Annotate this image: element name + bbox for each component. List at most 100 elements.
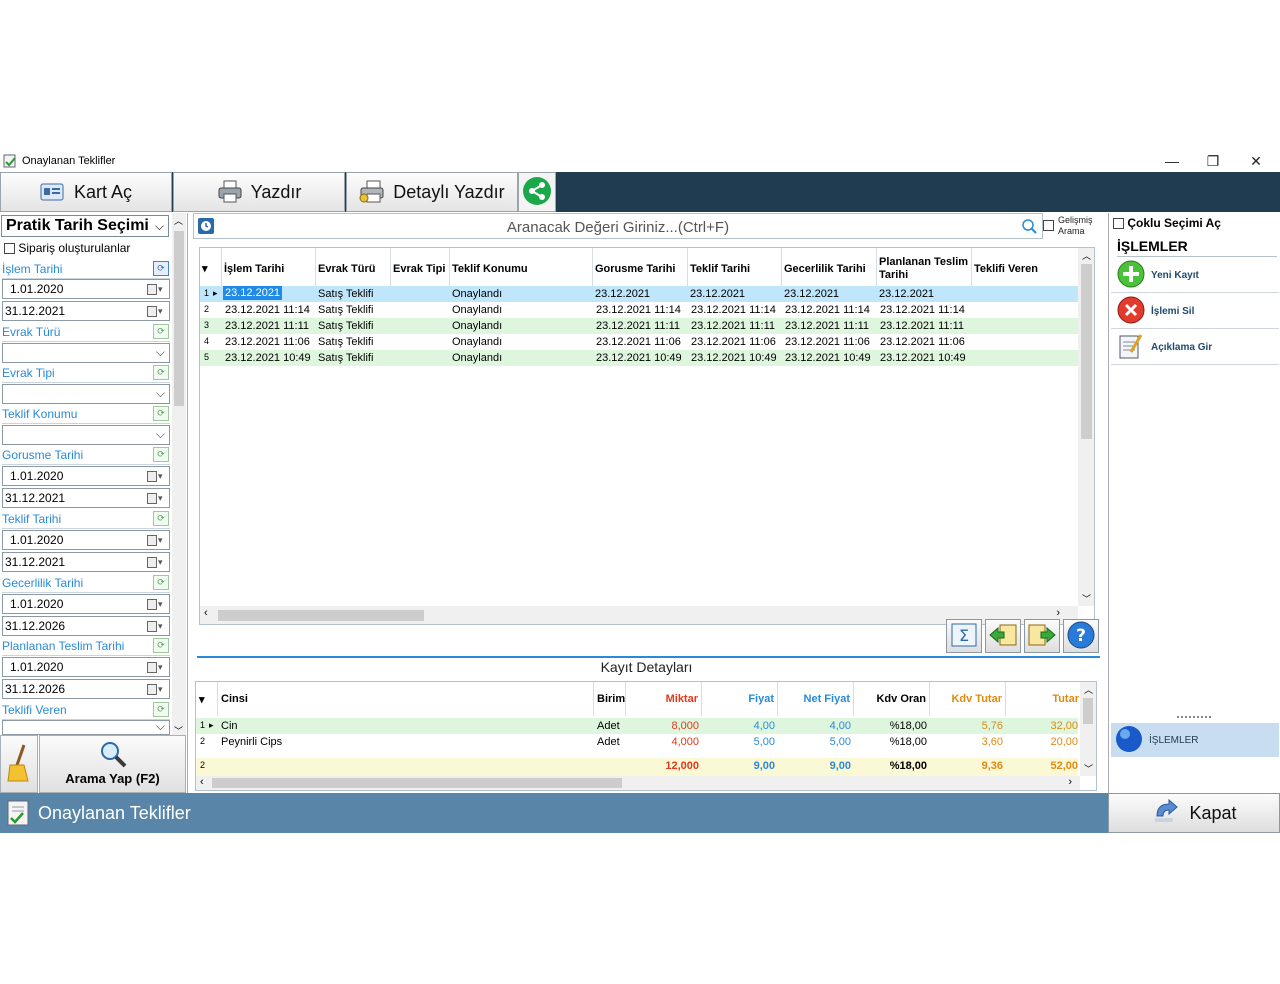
scroll-thumb[interactable] — [212, 778, 622, 788]
details-vertical-scrollbar[interactable]: ︿ ﹀ — [1080, 682, 1096, 776]
scroll-right-icon[interactable]: › — [1056, 607, 1060, 619]
advanced-search-toggle[interactable]: Gelişmiş Arama — [1043, 215, 1100, 239]
gorusme-to-date[interactable]: 31.12.2021 ▾ — [2, 488, 170, 508]
col-header-evrak-turu[interactable]: Evrak Türü — [316, 248, 391, 286]
cell-islem-tarihi[interactable]: 23.12.2021 — [223, 286, 283, 300]
col-header-teklif-tarihi[interactable]: Teklif Tarihi — [688, 248, 782, 286]
sum-button[interactable]: Σ — [946, 619, 982, 653]
filter-toggle-icon[interactable]: ⟳ — [153, 575, 169, 590]
filter-toggle-icon[interactable]: ⟳ — [153, 324, 169, 339]
table-row[interactable]: 3 23.12.2021 11:11 Satış Teklifi Onaylan… — [200, 318, 1078, 334]
multi-select-checkbox[interactable] — [1113, 218, 1124, 230]
scroll-thumb[interactable] — [174, 231, 184, 406]
calendar-icon[interactable]: ▾ — [147, 491, 165, 505]
calendar-icon[interactable]: ▾ — [147, 533, 165, 547]
col-header-net-fiyat[interactable]: Net Fiyat — [778, 682, 854, 716]
scroll-right-icon[interactable]: › — [1068, 776, 1072, 788]
filter-toggle-icon[interactable]: ⟳ — [153, 447, 169, 462]
delete-record-button[interactable]: İşlemi Sil — [1111, 294, 1279, 329]
kart-ac-button[interactable]: Kart Aç — [0, 172, 172, 212]
scroll-left-icon[interactable]: ‹ — [200, 776, 204, 788]
calendar-icon[interactable]: ▾ — [147, 555, 165, 569]
calendar-icon[interactable]: ▾ — [147, 682, 165, 696]
col-header-evrak-tipi[interactable]: Evrak Tipi — [391, 248, 450, 286]
scroll-up-icon[interactable]: ︿ — [1082, 249, 1091, 262]
col-header-kdv-oran[interactable]: Kdv Oran — [854, 682, 930, 716]
col-header-miktar[interactable]: Miktar — [626, 682, 702, 716]
yazdir-button[interactable]: Yazdır — [173, 172, 345, 212]
calendar-icon[interactable]: ▾ — [147, 282, 165, 296]
details-horizontal-scrollbar[interactable]: ‹ › — [196, 776, 1080, 790]
siparis-checkbox-row[interactable]: Sipariş oluşturulanlar — [4, 241, 130, 255]
search-bar[interactable]: Aranacak Değeri Giriniz...(Ctrl+F) — [193, 213, 1043, 239]
gorusme-from-date[interactable]: 1.01.2020 ▾ — [2, 466, 170, 486]
help-button[interactable]: ? — [1063, 619, 1099, 653]
operations-tab[interactable]: İŞLEMLER — [1111, 723, 1279, 757]
next-record-button[interactable] — [1024, 619, 1060, 653]
teklif-konumu-select[interactable]: ⌵ — [2, 425, 170, 445]
scroll-left-icon[interactable]: ‹ — [204, 607, 208, 619]
preset-date-select[interactable]: Pratik Tarih Seçimi ⌵ — [1, 215, 169, 237]
scroll-up-icon[interactable]: ︿ — [1084, 683, 1093, 696]
minimize-button[interactable]: — — [1152, 150, 1192, 172]
teklif-from-date[interactable]: 1.01.2020 ▾ — [2, 530, 170, 550]
search-button[interactable]: Arama Yap (F2) — [39, 735, 186, 793]
col-header-kdv-tutar[interactable]: Kdv Tutar — [930, 682, 1006, 716]
scroll-up-icon[interactable]: ︿ — [174, 214, 183, 227]
gecerlilik-from-date[interactable]: 1.01.2020 ▾ — [2, 594, 170, 614]
evrak-tipi-select[interactable]: ⌵ — [2, 384, 170, 404]
filter-toggle-icon[interactable]: ⟳ — [153, 638, 169, 653]
col-header-birim[interactable]: Birim — [594, 682, 626, 716]
col-header-cinsi[interactable]: Cinsi — [218, 682, 594, 716]
calendar-icon[interactable]: ▾ — [147, 619, 165, 633]
restore-button[interactable]: ❐ — [1193, 150, 1233, 172]
evrak-turu-select[interactable]: ⌵ — [2, 343, 170, 363]
table-row[interactable]: 4 23.12.2021 11:06 Satış Teklifi Onaylan… — [200, 334, 1078, 350]
planlanan-from-date[interactable]: 1.01.2020 ▾ — [2, 657, 170, 677]
advanced-search-checkbox[interactable] — [1043, 220, 1054, 231]
close-window-button[interactable]: ✕ — [1236, 150, 1276, 172]
grid-vertical-scrollbar[interactable]: ︿ ﹀ — [1078, 248, 1094, 606]
detayli-yazdir-button[interactable]: Detaylı Yazdır — [346, 172, 518, 212]
calendar-icon[interactable]: ▾ — [147, 304, 165, 318]
calendar-icon[interactable]: ▾ — [147, 469, 165, 483]
col-header-teklifi-veren[interactable]: Teklifi Veren — [972, 248, 1078, 286]
share-button[interactable] — [518, 172, 556, 212]
search-icon[interactable] — [1021, 218, 1037, 237]
filter-toggle-icon[interactable]: ⟳ — [153, 702, 169, 717]
filter-scrollbar[interactable]: ︿ ﹀ — [172, 213, 186, 738]
col-header-tutar[interactable]: Tutar — [1006, 682, 1082, 716]
table-row[interactable]: 2 23.12.2021 11:14 Satış Teklifi Onaylan… — [200, 302, 1078, 318]
scroll-thumb[interactable] — [1083, 698, 1093, 724]
col-header-teklif-konumu[interactable]: Teklif Konumu — [450, 248, 593, 286]
filter-toggle-icon[interactable]: ⟳ — [153, 365, 169, 380]
previous-record-button[interactable] — [985, 619, 1021, 653]
filter-toggle-icon[interactable]: ⟳ — [153, 406, 169, 421]
col-header-planlanan-teslim[interactable]: Planlanan Teslim Tarihi — [877, 248, 972, 286]
filter-toggle-icon[interactable]: ⟳ — [153, 511, 169, 526]
scroll-thumb[interactable] — [1081, 264, 1092, 439]
gecerlilik-to-date[interactable]: 31.12.2026 ▾ — [2, 616, 170, 636]
col-header-fiyat[interactable]: Fiyat — [702, 682, 778, 716]
calendar-icon[interactable]: ▾ — [147, 660, 165, 674]
scroll-down-icon[interactable]: ﹀ — [1084, 762, 1093, 775]
table-row[interactable]: 5 23.12.2021 10:49 Satış Teklifi Onaylan… — [200, 350, 1078, 366]
splitter-grip[interactable] — [1177, 716, 1211, 719]
scroll-thumb[interactable] — [218, 610, 424, 621]
scroll-down-icon[interactable]: ﹀ — [1082, 592, 1091, 605]
planlanan-to-date[interactable]: 31.12.2026 ▾ — [2, 679, 170, 699]
table-row[interactable]: 2 Peynirli Cips Adet 4,000 5,00 5,00 %18… — [196, 734, 1078, 750]
siparis-checkbox[interactable] — [4, 243, 15, 255]
table-row[interactable]: 1 ▸ 23.12.2021 Satış Teklifi Onaylandı 2… — [200, 286, 1078, 302]
filter-toggle-icon[interactable]: ⟳ — [153, 261, 169, 276]
col-header-gecerlilik-tarihi[interactable]: Gecerlilik Tarihi — [782, 248, 877, 286]
calendar-icon[interactable]: ▾ — [147, 597, 165, 611]
islem-to-date[interactable]: 31.12.2021 ▾ — [2, 301, 170, 321]
kapat-button[interactable]: Kapat — [1108, 793, 1280, 833]
col-header-islem-tarihi[interactable]: İşlem Tarihi — [222, 248, 316, 286]
teklif-to-date[interactable]: 31.12.2021 ▾ — [2, 552, 170, 572]
clear-filters-button[interactable] — [0, 735, 38, 793]
teklifi-veren-select[interactable]: ⌵ — [2, 719, 170, 735]
add-note-button[interactable]: Açıklama Gir — [1111, 330, 1279, 365]
table-row[interactable]: 1 ▸ Cin Adet 8,000 4,00 4,00 %18,00 5,76… — [196, 718, 1078, 734]
